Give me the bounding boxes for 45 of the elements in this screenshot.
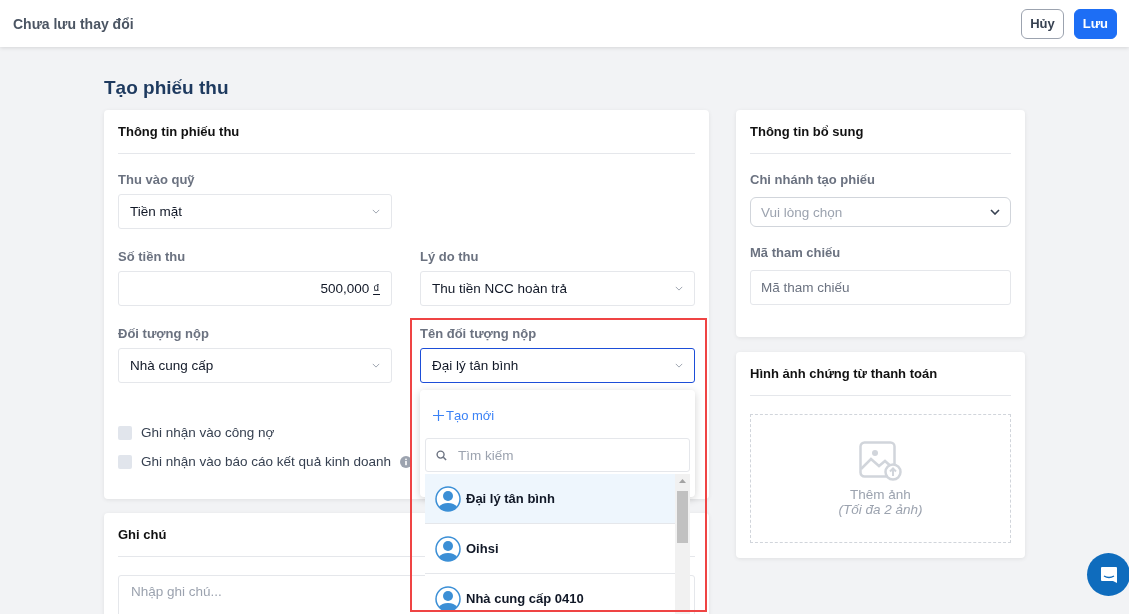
checkbox-label: Ghi nhận vào báo cáo kết quả kinh doanh — [141, 454, 391, 469]
chevron-down-icon — [990, 209, 1000, 215]
chevron-down-icon — [675, 363, 683, 368]
scrollbar[interactable] — [675, 474, 690, 614]
chevron-down-icon — [372, 363, 380, 368]
select-field[interactable]: Đại lý tân bình — [420, 348, 695, 383]
avatar-icon — [435, 535, 461, 562]
add-image-label: Thêm ảnh — [850, 486, 911, 502]
select-field[interactable]: Nhà cung cấp — [118, 348, 392, 383]
chat-icon — [1098, 564, 1119, 585]
avatar-icon — [435, 485, 461, 512]
select-field[interactable]: Tiền mặt — [118, 194, 392, 229]
page-status: Chưa lưu thay đổi — [13, 15, 134, 32]
chevron-down-icon — [675, 286, 683, 291]
amount-field[interactable]: 500,000 ₫ — [118, 271, 392, 306]
field-label: Mã tham chiếu — [750, 245, 842, 260]
scroll-up-icon[interactable] — [679, 478, 686, 483]
field-label: Chi nhánh tạo phiếu — [750, 172, 876, 187]
chevron-down-icon — [372, 209, 380, 214]
page-title: Tạo phiếu thu — [104, 77, 230, 99]
option-item[interactable]: Nhà cung cấp 0410 — [425, 574, 675, 614]
image-upload-icon — [858, 440, 903, 481]
card-title: Thông tin phiếu thu — [118, 124, 695, 154]
checkbox[interactable] — [118, 425, 132, 440]
option-item[interactable]: Oihsi — [425, 524, 675, 574]
checkbox[interactable] — [118, 454, 132, 469]
field-label: Lý do thu — [420, 249, 480, 264]
card-title: Hình ảnh chứng từ thanh toán — [750, 366, 1011, 396]
info-icon[interactable] — [399, 455, 412, 468]
image-limit-note: (Tối đa 2 ảnh) — [838, 501, 923, 517]
select-field[interactable]: Thu tiền NCC hoàn trả — [420, 271, 695, 306]
card-title: Thông tin bổ sung — [750, 124, 1011, 154]
field-label: Số tiền thu — [118, 249, 187, 264]
option-item[interactable]: Đại lý tân bình — [425, 474, 675, 524]
field-label: Thu vào quỹ — [118, 172, 196, 187]
field-label: Đối tượng nộp — [118, 326, 210, 341]
field-label: Tên đối tượng nộp — [420, 326, 538, 341]
cancel-button[interactable]: Hủy — [1021, 8, 1064, 39]
chat-button[interactable] — [1087, 553, 1129, 596]
checkbox-label: Ghi nhận vào công nợ — [141, 425, 275, 440]
create-new-link[interactable]: Tạo mới — [433, 408, 495, 423]
search-icon — [436, 449, 447, 461]
plus-icon — [433, 410, 444, 421]
save-button[interactable]: Lưu — [1073, 8, 1117, 39]
input-field[interactable]: Mã tham chiếu — [750, 270, 1011, 305]
